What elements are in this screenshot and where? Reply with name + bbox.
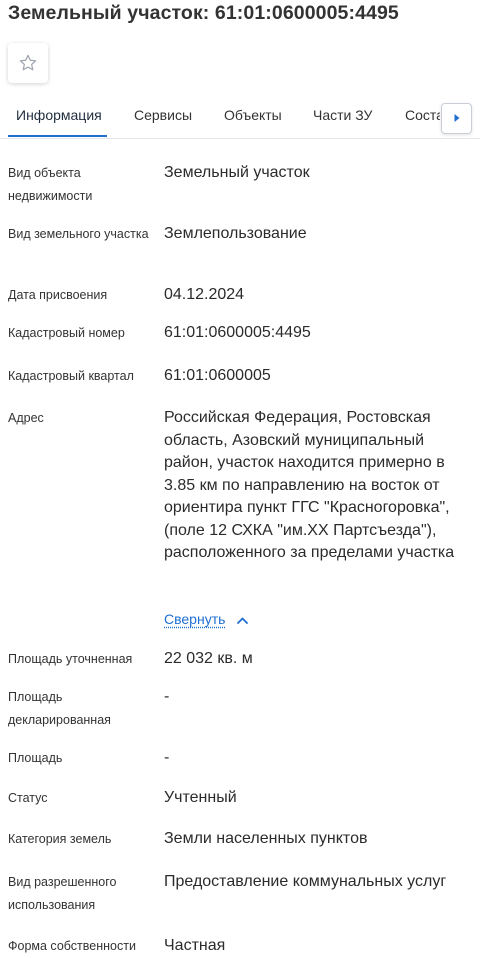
caret-right-icon [453, 110, 461, 128]
row-value: 04.12.2024 [164, 286, 245, 303]
row-value: Частная [164, 937, 226, 954]
row-value: - [164, 688, 170, 705]
favorite-button[interactable] [8, 43, 48, 83]
row-value: 61:01:0600005:4495 [164, 324, 311, 341]
row-value: Земли населенных пунктов [164, 830, 368, 847]
collapse-label: Свернуть [164, 611, 226, 627]
row-label: Дата присвоения [8, 288, 108, 302]
tab-composition[interactable]: Соста [405, 107, 444, 123]
row-label: Площадь декларированная [8, 690, 111, 727]
tab-objects[interactable]: Объекты [224, 107, 282, 123]
row-label: Вид разрешенного использования [8, 875, 117, 912]
row-value: Учтенный [164, 789, 237, 806]
tab-information[interactable]: Информация [16, 107, 102, 123]
row-value: 61:01:0600005 [164, 367, 271, 384]
row-label: Площадь уточненная [8, 652, 133, 666]
tab-land-parts[interactable]: Части ЗУ [313, 107, 372, 123]
active-tab-indicator [8, 135, 107, 137]
row-value: - [164, 749, 170, 766]
chevron-up-icon [237, 611, 249, 627]
tabs-bar: Информация Сервисы Объекты Части ЗУ Сост… [0, 98, 480, 139]
address-value: Российская Федерация, Ростовская область… [164, 409, 455, 561]
collapse-address-link[interactable]: Свернуть [164, 611, 249, 627]
row-label: Площадь [8, 751, 63, 765]
tabs-scroll-right-button[interactable] [441, 103, 472, 134]
row-label: Кадастровый квартал [8, 369, 134, 383]
row-label: Кадастровый номер [8, 326, 125, 340]
star-outline-icon [18, 53, 38, 73]
page-title: Земельный участок: 61:01:0600005:4495 [8, 2, 399, 24]
row-label: Статус [8, 791, 48, 805]
row-value: Земельный участок [164, 164, 310, 181]
row-label: Категория земель [8, 832, 112, 846]
row-value: Предоставление коммунальных услуг [164, 873, 447, 890]
row-value: Землепользование [164, 225, 307, 242]
tab-services[interactable]: Сервисы [134, 107, 192, 123]
row-label: Вид земельного участка [8, 227, 149, 241]
row-value: 22 032 кв. м [164, 650, 253, 667]
row-label: Адрес [8, 411, 44, 425]
row-label: Форма собственности [8, 939, 136, 953]
row-label: Вид объекта недвижимости [8, 166, 93, 203]
